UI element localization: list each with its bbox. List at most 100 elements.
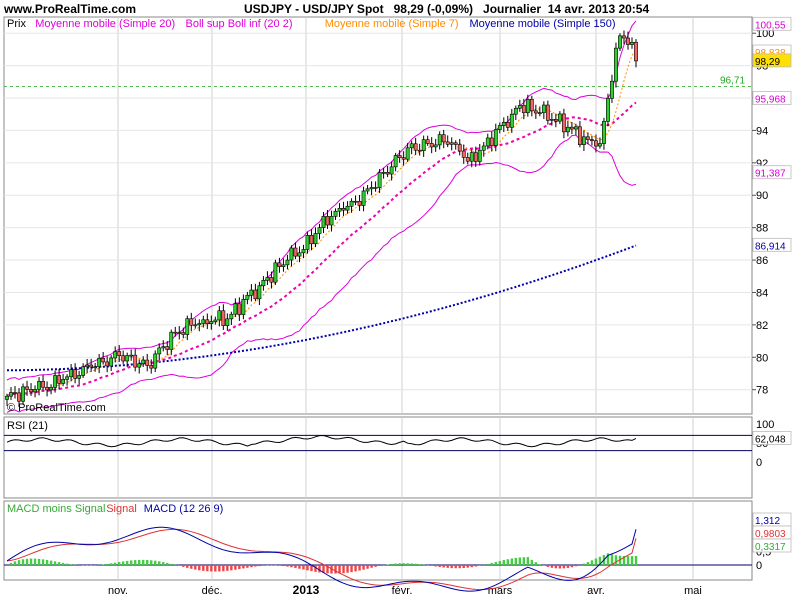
- macd-histogram-bar: [342, 565, 345, 574]
- macd-histogram-bar: [230, 565, 233, 571]
- macd-value: 0,9803: [755, 529, 786, 540]
- candle: [433, 144, 438, 148]
- candle: [630, 41, 634, 45]
- candle: [293, 247, 298, 257]
- macd-histogram-bar: [154, 560, 157, 565]
- macd-histogram-bar: [538, 564, 542, 565]
- macd-histogram-bar: [474, 565, 477, 567]
- macd-value: 0,3317: [755, 542, 786, 553]
- macd-histogram-bar: [294, 565, 297, 568]
- candle: [449, 142, 454, 145]
- candle: [173, 331, 178, 334]
- candle: [117, 351, 122, 356]
- candle: [313, 233, 318, 245]
- macd-histogram-bar: [206, 565, 209, 572]
- candle: [121, 355, 126, 362]
- candle: [169, 331, 174, 350]
- candle: [309, 235, 314, 245]
- macd-histogram-bar: [138, 559, 141, 565]
- candle: [217, 310, 222, 321]
- macd-histogram-bar: [554, 565, 558, 569]
- price-tick-label: 80: [756, 352, 768, 364]
- macd-histogram-bar: [242, 565, 245, 569]
- macd-histogram-bar: [558, 565, 562, 569]
- candle: [41, 381, 45, 388]
- macd-histogram-bar: [542, 565, 546, 566]
- candle: [317, 227, 322, 234]
- macd-histogram-bar: [594, 558, 598, 565]
- macd-histogram-bar: [378, 565, 381, 566]
- macd-histogram-bar: [109, 563, 113, 565]
- candle: [81, 366, 86, 376]
- macd-histogram-bar: [390, 563, 393, 565]
- macd-histogram-bar: [101, 564, 105, 565]
- candle: [525, 99, 530, 114]
- candle: [594, 140, 598, 147]
- macd-histogram-bar: [442, 565, 445, 568]
- candle: [265, 277, 270, 281]
- macd-histogram-bar: [346, 565, 349, 573]
- price-tag: 100,55: [755, 20, 786, 31]
- macd-histogram-bar: [198, 565, 201, 571]
- macd-histogram-bar: [290, 565, 293, 568]
- macd-histogram-bar: [69, 564, 73, 565]
- macd-histogram-bar: [402, 563, 405, 565]
- macd-histogram-bar: [486, 563, 489, 565]
- macd-histogram-bar: [450, 565, 453, 569]
- candle: [485, 137, 490, 147]
- macd-histogram-bar: [57, 562, 61, 565]
- candle: [409, 143, 414, 149]
- candle: [129, 354, 134, 357]
- candle: [249, 289, 254, 296]
- candle: [393, 155, 398, 168]
- macd-histogram-bar: [434, 565, 437, 567]
- rsi-value: 62,048: [755, 434, 786, 445]
- candle: [333, 210, 338, 217]
- candle: [49, 387, 53, 391]
- macd-histogram-bar: [354, 565, 357, 572]
- macd-histogram-bar: [370, 565, 373, 568]
- candle: [337, 208, 342, 212]
- month-tick-label: avr.: [587, 585, 605, 597]
- candle: [529, 99, 534, 112]
- macd-histogram-bar: [178, 565, 181, 566]
- candle: [53, 375, 57, 388]
- candle: [341, 208, 346, 211]
- macd-histogram-bar: [302, 565, 305, 570]
- macd-histogram-bar: [614, 555, 618, 565]
- candle: [405, 147, 410, 160]
- candle: [261, 279, 266, 287]
- month-tick-label: mai: [684, 585, 702, 597]
- candle: [561, 113, 566, 133]
- macd-histogram-bar: [254, 565, 257, 567]
- macd-histogram-bar: [246, 565, 249, 568]
- candle: [537, 112, 542, 114]
- candle: [381, 172, 386, 174]
- price-tag: 91,387: [755, 169, 786, 180]
- candle: [65, 376, 69, 380]
- candle: [606, 98, 610, 122]
- macd-histogram-bar: [430, 565, 433, 566]
- macd-histogram-bar: [142, 559, 145, 565]
- macd-histogram-bar: [162, 562, 165, 565]
- rsi-panel[interactable]: [3, 416, 753, 499]
- candle: [321, 216, 326, 228]
- macd-histogram-bar: [446, 565, 449, 568]
- candle: [209, 321, 214, 324]
- candle: [285, 259, 290, 266]
- macd-histogram-bar: [150, 560, 153, 565]
- macd-histogram-bar: [574, 565, 578, 567]
- price-tick-label: 78: [756, 385, 768, 397]
- chart[interactable]: nov.déc.2013févr.marsavr.mai100989694929…: [0, 0, 800, 600]
- candle: [205, 319, 210, 324]
- candle: [401, 157, 406, 160]
- candle: [33, 389, 37, 393]
- macd-histogram-bar: [182, 565, 185, 567]
- macd-histogram-bar: [214, 565, 217, 572]
- macd-histogram-bar: [61, 562, 65, 565]
- candle: [329, 216, 334, 226]
- macd-histogram-bar: [222, 565, 225, 572]
- candle: [533, 110, 538, 114]
- macd-histogram-bar: [121, 561, 125, 565]
- candle: [245, 294, 250, 300]
